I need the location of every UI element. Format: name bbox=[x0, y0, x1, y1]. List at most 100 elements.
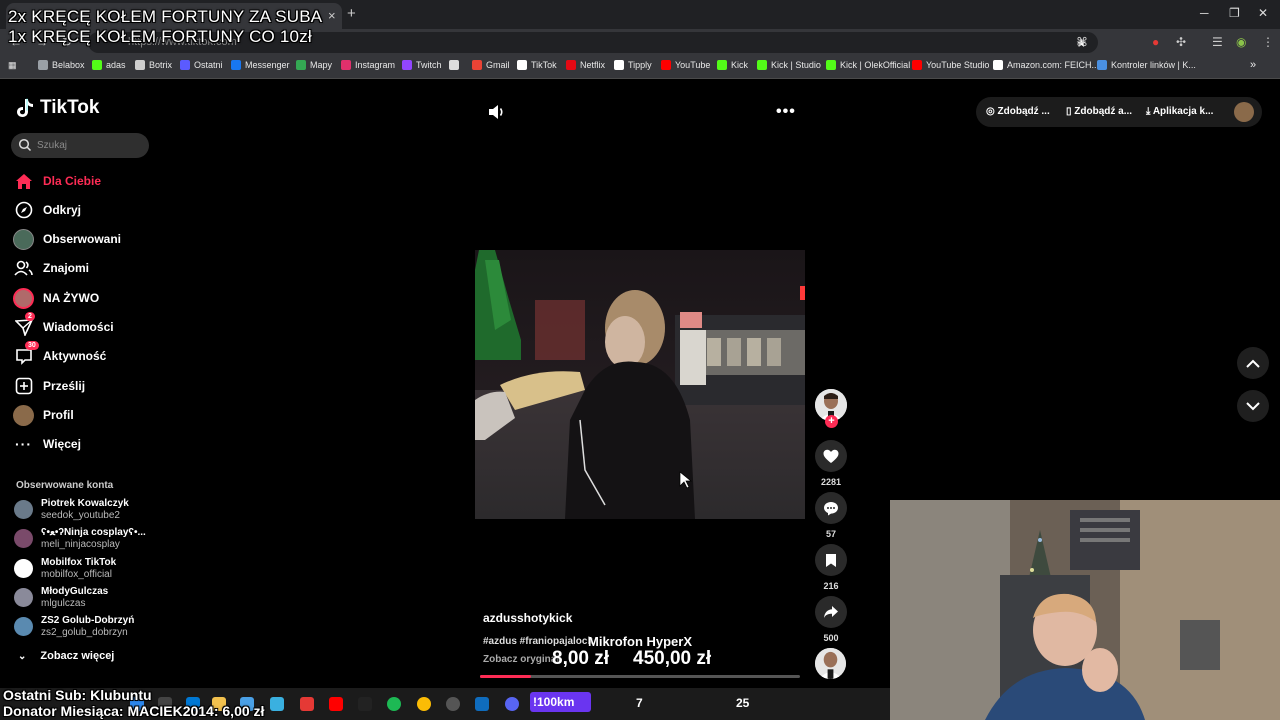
minimize-icon[interactable]: ─ bbox=[1200, 6, 1209, 20]
sidebar-item-0[interactable]: Dla Ciebie bbox=[13, 170, 101, 192]
sidebar-item-3[interactable]: Znajomi bbox=[13, 257, 89, 279]
youtube-icon[interactable] bbox=[329, 697, 343, 711]
tab-close-icon[interactable]: × bbox=[328, 8, 336, 23]
bookmark-15[interactable]: Kick | Studio bbox=[757, 60, 821, 70]
sidebar-item-9[interactable]: ··· Więcej bbox=[13, 433, 81, 455]
account-name: Mobilfox TikTok bbox=[41, 557, 117, 568]
desktop-app-button[interactable]: ⤓ Aplikacja k... bbox=[1146, 106, 1213, 117]
bookmark-2[interactable]: Botrix bbox=[135, 60, 172, 70]
last-sub-label: Ostatni Sub: Klubuntu bbox=[3, 687, 152, 703]
followed-account[interactable]: Mobilfox TikTok mobilfox_official bbox=[14, 557, 116, 581]
translate-icon[interactable]: ⌘ bbox=[1076, 35, 1088, 49]
twitch-icon bbox=[402, 60, 412, 70]
followed-account[interactable]: ZS2 Golub-Dobrzyń zs2_golub_dobrzyn bbox=[14, 615, 134, 639]
followed-accounts-title: Obserwowane konta bbox=[16, 480, 114, 491]
taskbar-chip[interactable]: !100km bbox=[530, 692, 591, 712]
comment-button[interactable] bbox=[815, 492, 847, 524]
user-avatar[interactable] bbox=[1234, 102, 1254, 122]
sidebar-item-5[interactable]: 2 Wiadomości bbox=[13, 311, 114, 338]
tiktok-logo-icon bbox=[17, 98, 33, 117]
followed-account[interactable]: ʕ•ﻌ•ʔNinja cosplayʕ•... meli_ninjacosplay bbox=[14, 527, 146, 551]
desktop-app-label: Aplikacja k... bbox=[1152, 106, 1214, 117]
sidebar-item-8[interactable]: Profil bbox=[13, 404, 74, 426]
next-video-button[interactable] bbox=[1237, 390, 1269, 422]
more-icon: ··· bbox=[15, 436, 32, 452]
spotify-icon[interactable] bbox=[387, 697, 401, 711]
video-hashtags[interactable]: #azdus #franiopajalock bbox=[483, 636, 593, 647]
notepad-icon[interactable] bbox=[270, 697, 284, 711]
bookmark-16[interactable]: Kick | OlekOfficial bbox=[826, 60, 910, 70]
profile-icon[interactable]: ◉ bbox=[1236, 35, 1246, 49]
bookmark-4[interactable]: Messenger bbox=[231, 60, 290, 70]
extensions-puzzle-icon[interactable]: ✣ bbox=[1176, 35, 1186, 49]
bookmark-10[interactable]: TikTok bbox=[517, 60, 557, 70]
volume-icon[interactable] bbox=[488, 104, 506, 125]
app-icon-12[interactable] bbox=[446, 697, 460, 711]
sidebar-item-6[interactable]: 30 Aktywność bbox=[13, 340, 106, 367]
maximize-icon[interactable]: ❐ bbox=[1229, 6, 1240, 20]
heart-icon bbox=[823, 449, 839, 463]
video-author[interactable]: azdusshotykick bbox=[483, 611, 572, 625]
get-app-button[interactable]: ▯ Zdobądź a... bbox=[1066, 106, 1132, 117]
bookmark-7[interactable]: Twitch bbox=[402, 60, 442, 70]
video-progress-bar[interactable] bbox=[480, 675, 800, 678]
close-window-icon[interactable]: ✕ bbox=[1258, 6, 1268, 20]
save-button[interactable] bbox=[815, 544, 847, 576]
kick-icon bbox=[826, 60, 836, 70]
tiktok-icon bbox=[517, 60, 527, 70]
follow-plus-icon[interactable]: + bbox=[825, 415, 838, 428]
get-coins-label: Zdobądź ... bbox=[997, 106, 1050, 117]
sidebar-item-4[interactable]: NA ŻYWO bbox=[13, 287, 99, 309]
bookmark-label: Ostatni bbox=[194, 60, 223, 70]
bookmark-17[interactable]: YouTube Studio bbox=[912, 60, 989, 70]
more-bookmarks-button[interactable]: » bbox=[1250, 59, 1256, 71]
bookmark-12[interactable]: Tipply bbox=[614, 60, 652, 70]
bookmark-1[interactable]: adas bbox=[92, 60, 126, 70]
extension-red-icon[interactable]: ● bbox=[1152, 35, 1159, 49]
bookmark-9[interactable]: Gmail bbox=[472, 60, 510, 70]
followed-account[interactable]: Piotrek Kowalczyk seedok_youtube2 bbox=[14, 498, 129, 522]
bookmark-5[interactable]: Mapy bbox=[296, 60, 332, 70]
bookmark-11[interactable]: Netflix bbox=[566, 60, 605, 70]
bookmark-label: Kontroler linków | K... bbox=[1111, 60, 1196, 70]
tiktok-logo[interactable]: TikTok bbox=[16, 97, 99, 119]
media-icon[interactable]: ☰ bbox=[1212, 35, 1223, 49]
bookmark-6[interactable]: Instagram bbox=[341, 60, 395, 70]
bookmark-13[interactable]: YouTube bbox=[661, 60, 710, 70]
discord-icon[interactable] bbox=[505, 697, 519, 711]
sound-avatar[interactable] bbox=[815, 648, 846, 679]
bookmark-18[interactable]: Amazon.com: FEICH... bbox=[993, 60, 1099, 70]
see-original-link[interactable]: Zobacz oryginał bbox=[483, 654, 559, 665]
sidebar-item-label: Prześlij bbox=[43, 379, 86, 393]
see-more-button[interactable]: ⌄ Zobacz więcej bbox=[18, 650, 114, 662]
tipply-icon bbox=[614, 60, 624, 70]
bookmark-14[interactable]: Kick bbox=[717, 60, 748, 70]
like-button[interactable] bbox=[815, 440, 847, 472]
bookmark-19[interactable]: Kontroler linków | K... bbox=[1097, 60, 1196, 70]
bookmark-8[interactable] bbox=[449, 60, 459, 70]
sidebar-item-7[interactable]: Prześlij bbox=[13, 375, 85, 397]
sidebar-item-label: Dla Ciebie bbox=[43, 174, 102, 188]
sidebar-item-1[interactable]: Odkryj bbox=[13, 199, 81, 221]
search-input[interactable]: Szukaj bbox=[11, 133, 149, 158]
followed-account[interactable]: MłodyGulczas mlgulczas bbox=[14, 586, 108, 610]
sidebar-item-2[interactable]: Obserwowani bbox=[13, 228, 121, 250]
app-icon-9[interactable] bbox=[358, 697, 372, 711]
bookmark-label: Amazon.com: FEICH... bbox=[1007, 60, 1100, 70]
app-icon-7[interactable] bbox=[300, 697, 314, 711]
bookmark-label: Messenger bbox=[245, 60, 290, 70]
share-button[interactable] bbox=[815, 596, 847, 628]
following-avatar bbox=[13, 228, 34, 250]
home-icon bbox=[13, 171, 34, 192]
more-options-icon[interactable]: ••• bbox=[776, 103, 796, 121]
menu-kebab-icon[interactable]: ⋮ bbox=[1262, 35, 1274, 49]
app-icon-13[interactable] bbox=[475, 697, 489, 711]
apps-grid-icon[interactable]: ▦ bbox=[8, 60, 17, 71]
video-player[interactable] bbox=[475, 250, 805, 519]
chrome-icon[interactable] bbox=[417, 697, 431, 711]
bookmark-0[interactable]: Belabox bbox=[38, 60, 85, 70]
new-tab-button[interactable]: + bbox=[347, 5, 356, 22]
previous-video-button[interactable] bbox=[1237, 347, 1269, 379]
get-coins-button[interactable]: ◎ Zdobądź ... bbox=[986, 106, 1050, 117]
bookmark-3[interactable]: Ostatni bbox=[180, 60, 223, 70]
